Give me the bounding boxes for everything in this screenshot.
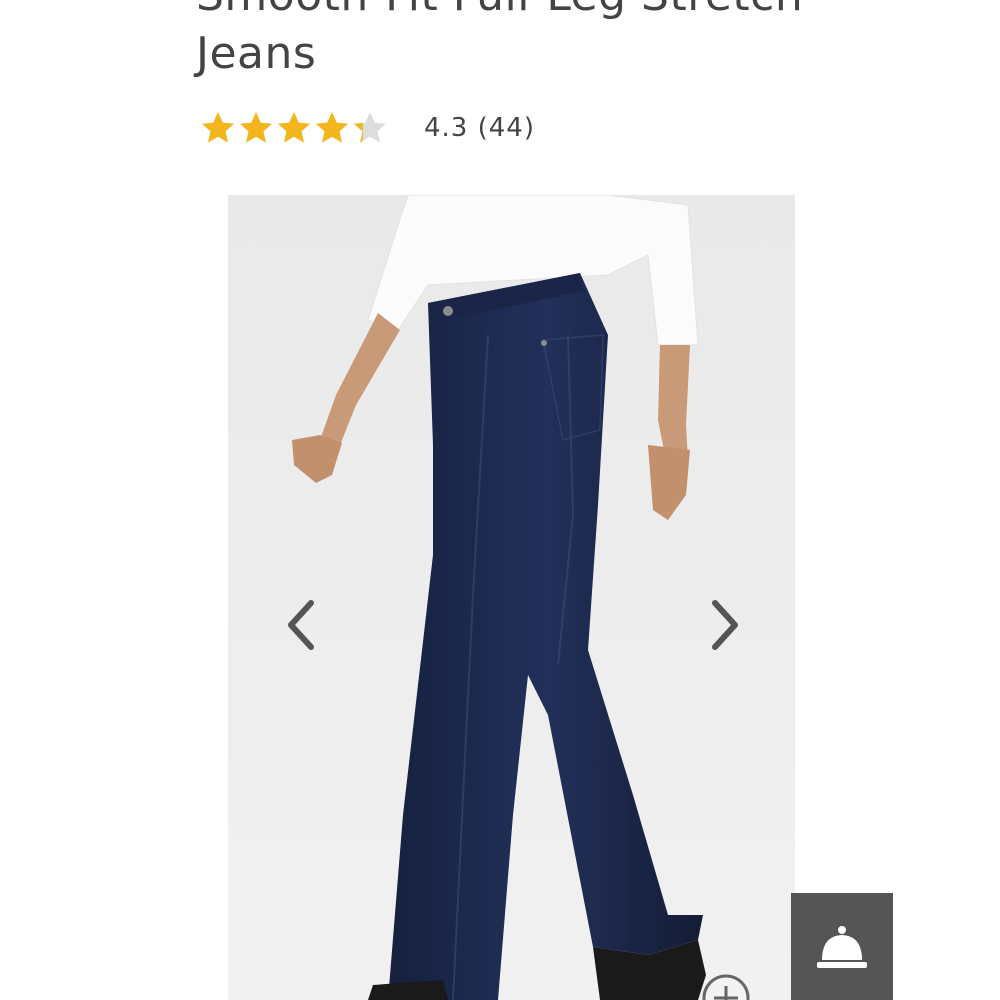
service-bell-icon xyxy=(817,925,867,968)
rating-summary[interactable]: 4.3 (44) xyxy=(424,113,535,143)
star-icon xyxy=(238,110,274,146)
zoom-button[interactable] xyxy=(698,970,754,1000)
chevron-left-icon xyxy=(288,600,314,650)
star-icon xyxy=(314,110,350,146)
gallery-prev-button[interactable] xyxy=(276,595,326,655)
gallery-next-button[interactable] xyxy=(700,595,750,655)
chevron-right-icon xyxy=(712,600,738,650)
star-icon xyxy=(352,110,388,146)
product-image-gallery[interactable] xyxy=(228,195,795,1000)
concierge-button[interactable] xyxy=(791,893,893,1000)
rating-stars xyxy=(200,110,388,146)
product-rating[interactable]: 4.3 (44) xyxy=(200,106,535,150)
star-icon xyxy=(200,110,236,146)
product-title-line-1: Smooth-Fit Full-Leg Stretch xyxy=(196,0,803,21)
star-icon xyxy=(276,110,312,146)
product-title-line-2: Jeans xyxy=(196,28,317,79)
zoom-in-icon xyxy=(702,974,750,1000)
